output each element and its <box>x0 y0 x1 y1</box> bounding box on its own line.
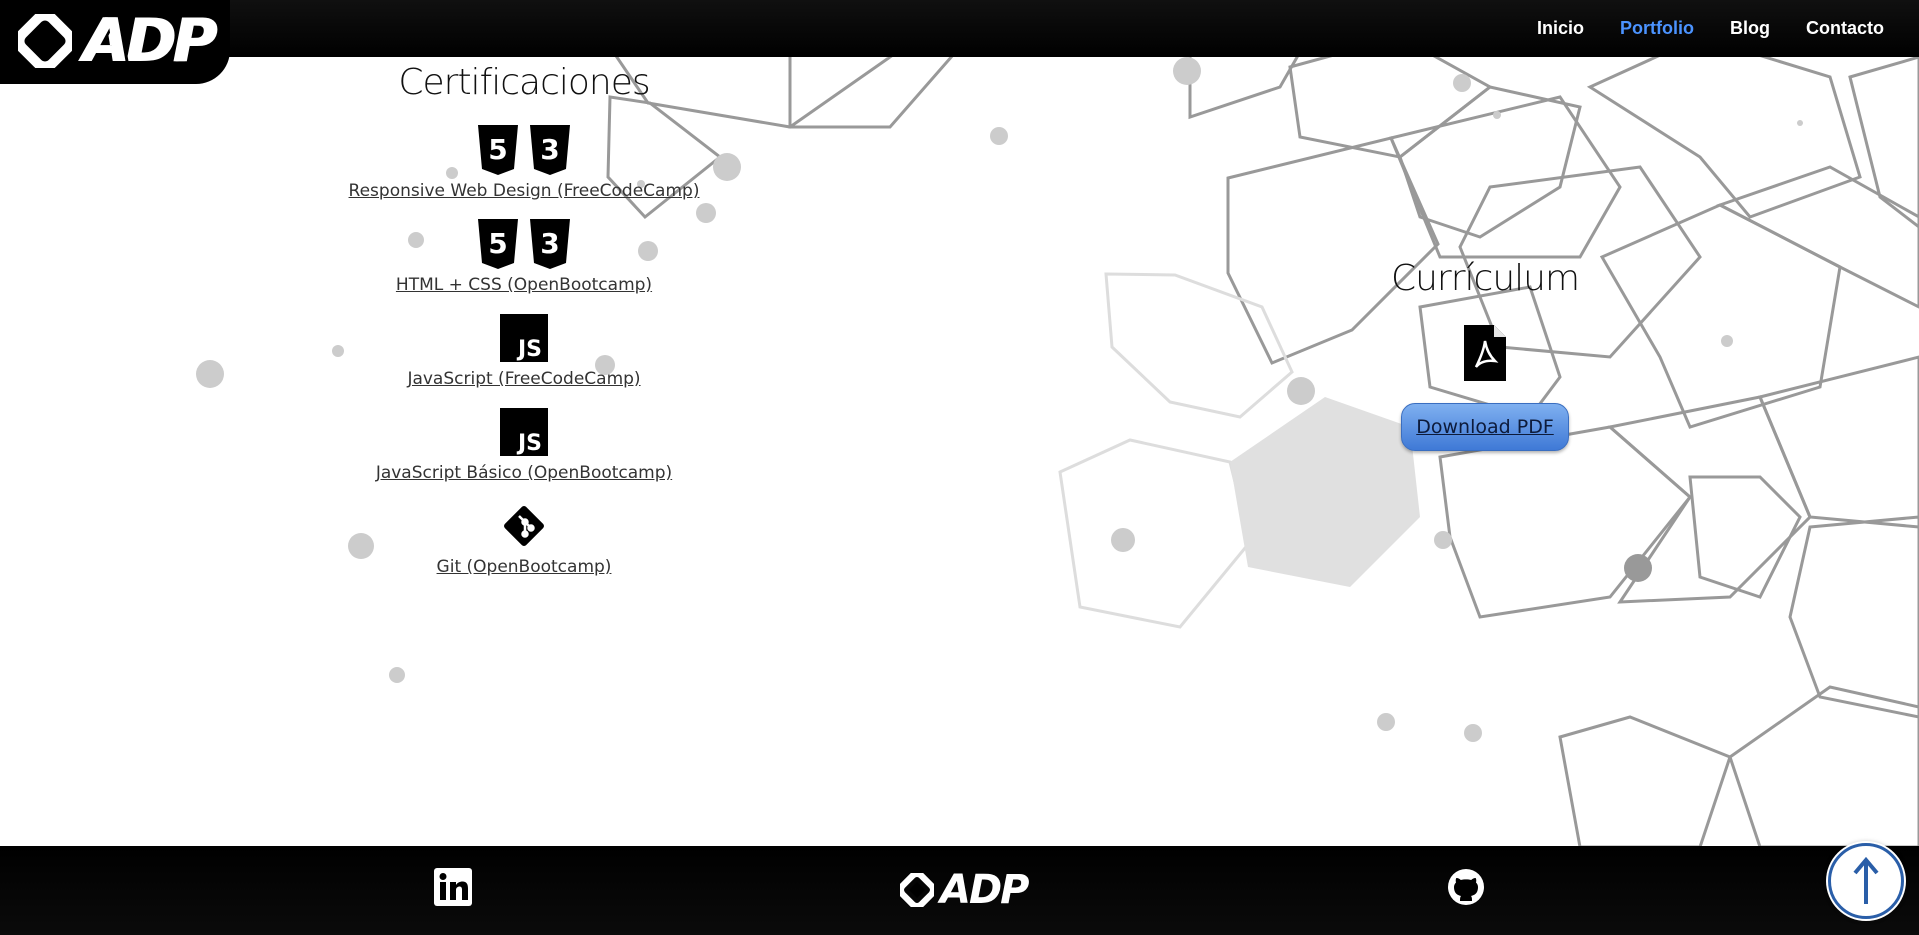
pdf-file-icon <box>1464 325 1506 381</box>
footer-logo-text: ADP <box>940 867 1029 913</box>
svg-text:JS: JS <box>516 431 542 456</box>
background-hexagon-pattern <box>196 57 1919 847</box>
cert-link[interactable]: HTML + CSS (OpenBootcamp) <box>396 275 652 295</box>
cert-link[interactable]: Git (OpenBootcamp) <box>437 557 612 577</box>
logo-text: ADP <box>84 6 218 76</box>
nav-link-blog[interactable]: Blog <box>1730 18 1770 39</box>
certifications-title: Certificaciones <box>398 62 650 103</box>
svg-text:3: 3 <box>540 133 559 166</box>
scroll-to-top-button[interactable] <box>1828 843 1904 919</box>
svg-text:3: 3 <box>540 227 559 260</box>
cert-link[interactable]: JavaScript (FreeCodeCamp) <box>407 369 640 389</box>
logo-mark-icon <box>900 873 934 907</box>
svg-text:JS: JS <box>516 337 542 362</box>
logo-mark-icon <box>18 14 72 68</box>
cert-link[interactable]: JavaScript Básico (OpenBootcamp) <box>376 463 672 483</box>
main-navigation: Inicio Portfolio Blog Contacto <box>1537 0 1884 57</box>
html5-icon: 5 <box>478 219 518 269</box>
nav-link-inicio[interactable]: Inicio <box>1537 18 1584 39</box>
nav-link-portfolio[interactable]: Portfolio <box>1620 18 1694 39</box>
brand-logo[interactable]: ADP <box>0 0 230 84</box>
cert-link[interactable]: Responsive Web Design (FreeCodeCamp) <box>349 181 700 201</box>
github-icon[interactable] <box>1447 868 1485 906</box>
curriculum-title: Currículum <box>1390 258 1580 299</box>
linkedin-icon[interactable] <box>434 868 472 906</box>
cert-item: JS JavaScript (FreeCodeCamp) <box>324 313 724 389</box>
cert-item: 5 3 Responsive Web Design (FreeCodeCamp) <box>324 125 724 201</box>
certifications-section: Certificaciones 5 3 Responsive Web Desig… <box>324 62 724 595</box>
curriculum-section: Currículum Download PDF <box>1380 258 1590 451</box>
cert-item: JS JavaScript Básico (OpenBootcamp) <box>324 407 724 483</box>
css3-icon: 3 <box>530 125 570 175</box>
svg-text:5: 5 <box>488 227 507 260</box>
git-icon <box>504 506 544 546</box>
javascript-icon: JS <box>500 408 548 456</box>
footer: ADP <box>0 846 1919 935</box>
css3-icon: 3 <box>530 219 570 269</box>
javascript-icon: JS <box>500 314 548 362</box>
footer-logo[interactable]: ADP <box>900 867 1029 913</box>
cert-item: Git (OpenBootcamp) <box>324 501 724 577</box>
download-pdf-button[interactable]: Download PDF <box>1401 403 1569 451</box>
html5-icon: 5 <box>478 125 518 175</box>
svg-text:5: 5 <box>488 133 507 166</box>
arrow-up-icon <box>1853 856 1879 904</box>
nav-link-contacto[interactable]: Contacto <box>1806 18 1884 39</box>
cert-item: 5 3 HTML + CSS (OpenBootcamp) <box>324 219 724 295</box>
